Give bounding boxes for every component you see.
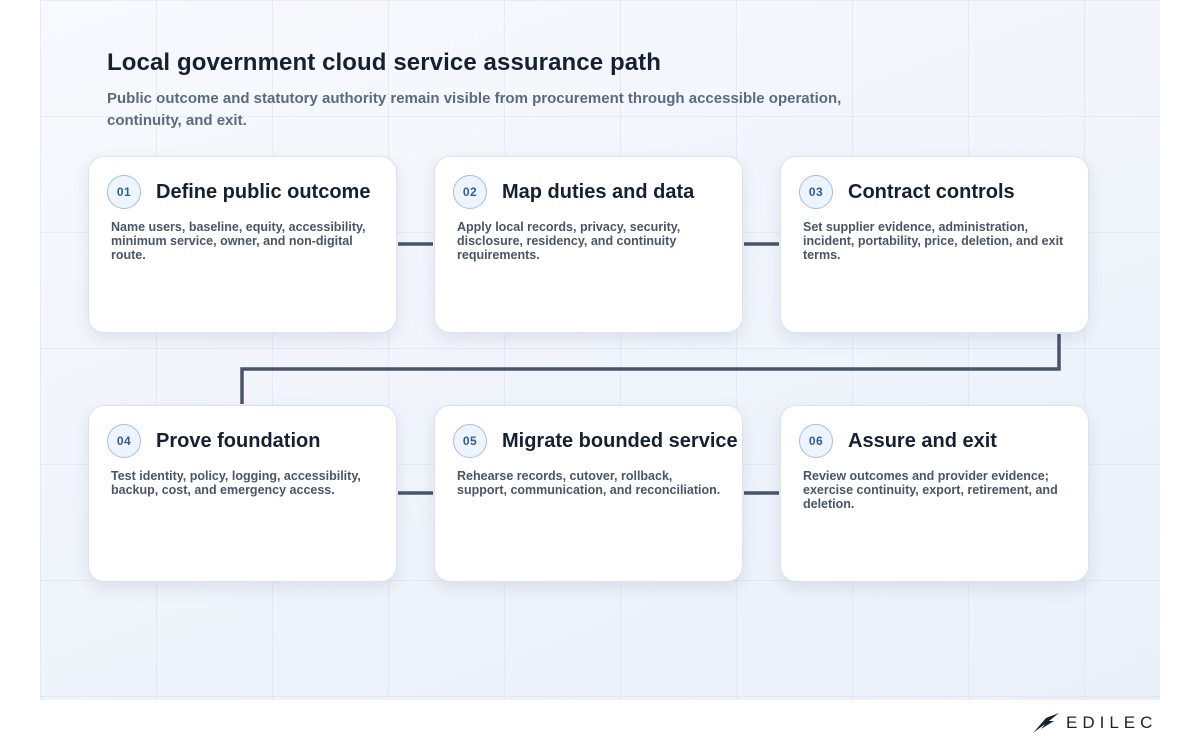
step-number-badge: 03 bbox=[799, 175, 833, 209]
step-number-badge: 04 bbox=[107, 424, 141, 458]
step-title: Contract controls bbox=[848, 181, 1015, 203]
swoosh-icon bbox=[1033, 713, 1059, 733]
flow-connectors bbox=[240, 242, 1061, 495]
brand-wordmark: EDILEC bbox=[1066, 713, 1158, 732]
step-number-badge: 02 bbox=[453, 175, 487, 209]
step-title: Assure and exit bbox=[848, 430, 997, 452]
step-title: Migrate bounded service bbox=[502, 430, 738, 452]
step-title: Define public outcome bbox=[156, 181, 371, 203]
step-description: Review outcomes and provider evidence; e… bbox=[803, 469, 1058, 511]
step-description: Test identity, policy, logging, accessib… bbox=[111, 469, 361, 497]
step-description: Name users, baseline, equity, accessibil… bbox=[111, 220, 366, 262]
step-number-badge: 06 bbox=[799, 424, 833, 458]
step-card-04: 04 Prove foundation Test identity, polic… bbox=[88, 405, 397, 582]
step-card-01: 01 Define public outcome Name users, bas… bbox=[88, 156, 397, 333]
step-description: Set supplier evidence, administration, i… bbox=[803, 220, 1064, 262]
step-card-03: 03 Contract controls Set supplier eviden… bbox=[780, 156, 1089, 333]
step-number-badge: 01 bbox=[107, 175, 141, 209]
step-card-02: 02 Map duties and data Apply local recor… bbox=[434, 156, 743, 333]
step-card-06: 06 Assure and exit Review outcomes and p… bbox=[780, 405, 1089, 582]
step-title: Prove foundation bbox=[156, 430, 321, 452]
brand-logo: EDILEC bbox=[1032, 711, 1157, 735]
step-number-badge: 05 bbox=[453, 424, 487, 458]
connector-03-04 bbox=[240, 334, 1061, 404]
step-card-05: 05 Migrate bounded service Rehearse reco… bbox=[434, 405, 743, 582]
step-description: Apply local records, privacy, security, … bbox=[457, 220, 681, 262]
step-title: Map duties and data bbox=[502, 181, 695, 203]
step-description: Rehearse records, cutover, rollback, sup… bbox=[457, 469, 721, 497]
